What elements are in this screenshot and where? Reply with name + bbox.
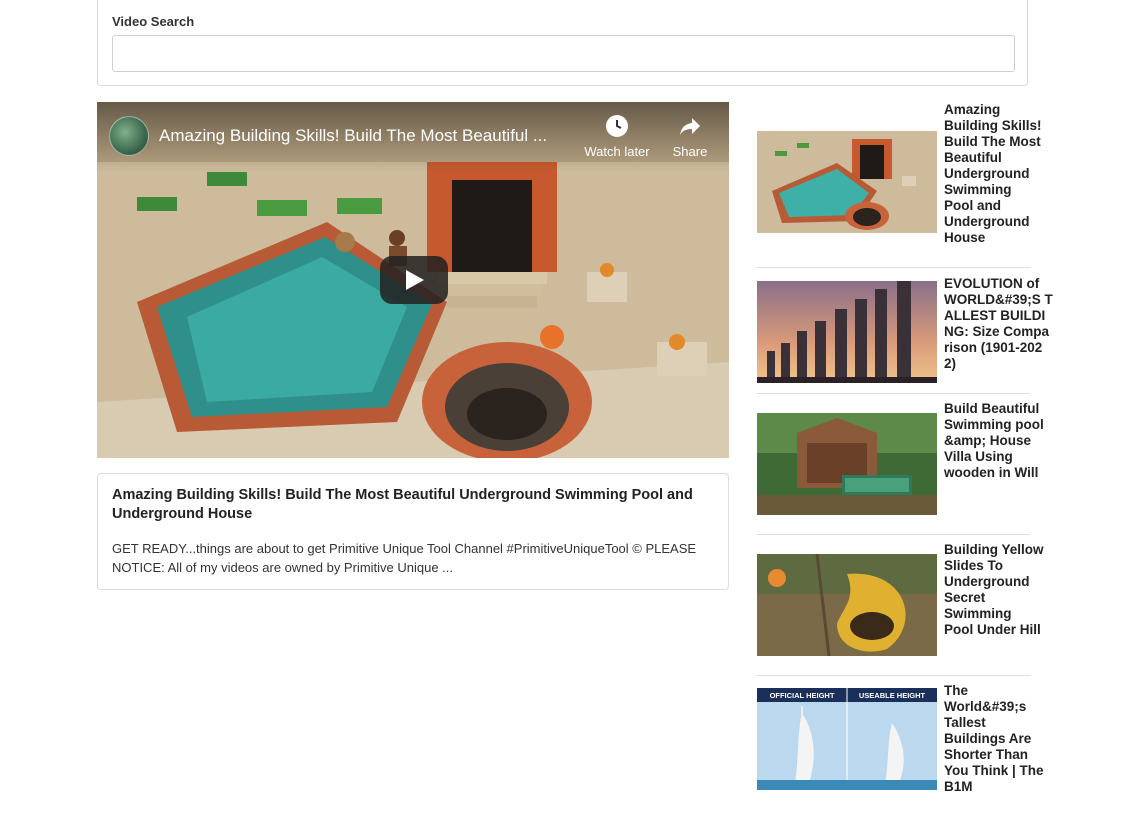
thumb-label-useable: USEABLE HEIGHT: [859, 691, 926, 700]
video-player[interactable]: Amazing Building Skills! Build The Most …: [97, 102, 729, 458]
thumb-label-official: OFFICIAL HEIGHT: [770, 691, 835, 700]
list-item[interactable]: Amazing Building Skills! Build The Most …: [757, 102, 1042, 268]
watch-later-button[interactable]: Watch later: [577, 114, 657, 159]
list-item[interactable]: Building Yellow Slides To Underground Se…: [757, 542, 1044, 676]
player-title[interactable]: Amazing Building Skills! Build The Most …: [159, 126, 569, 146]
play-icon: [406, 270, 424, 290]
clock-icon: [606, 115, 628, 137]
list-item-title[interactable]: The World&#39;s Tallest Buildings Are Sh…: [944, 683, 1044, 795]
search-input[interactable]: [112, 35, 1015, 72]
video-title: Amazing Building Skills! Build The Most …: [112, 487, 693, 522]
list-item-thumbnail[interactable]: [757, 131, 937, 233]
list-item[interactable]: EVOLUTION of WORLD&#39;S TALLEST BUILDIN…: [757, 276, 1053, 394]
list-item-title[interactable]: EVOLUTION of WORLD&#39;S TALLEST BUILDIN…: [944, 276, 1054, 372]
search-panel: Video Search: [97, 0, 1028, 86]
share-icon: [680, 118, 700, 135]
play-button[interactable]: [380, 256, 448, 304]
list-item-title[interactable]: Build Beautiful Swimming pool &amp; Hous…: [944, 401, 1044, 481]
list-item-title[interactable]: Building Yellow Slides To Underground Se…: [944, 542, 1044, 638]
list-item-thumbnail[interactable]: [757, 281, 937, 383]
list-item[interactable]: OFFICIAL HEIGHT USEABLE HEIGHT The World…: [757, 683, 1044, 817]
search-label: Video Search: [112, 14, 195, 29]
list-item-title[interactable]: Amazing Building Skills! Build The Most …: [944, 102, 1044, 246]
share-label: Share: [672, 144, 708, 159]
channel-avatar[interactable]: [109, 116, 149, 156]
list-item-thumbnail[interactable]: [757, 413, 937, 515]
video-description: GET READY...things are about to get Prim…: [112, 541, 697, 575]
list-item-thumbnail[interactable]: OFFICIAL HEIGHT USEABLE HEIGHT: [757, 688, 937, 790]
list-item[interactable]: Build Beautiful Swimming pool &amp; Hous…: [757, 401, 1044, 535]
list-item-thumbnail[interactable]: [757, 554, 937, 656]
watch-later-label: Watch later: [584, 144, 650, 159]
video-description-card: Amazing Building Skills! Build The Most …: [97, 473, 729, 590]
share-button[interactable]: Share: [650, 114, 729, 159]
